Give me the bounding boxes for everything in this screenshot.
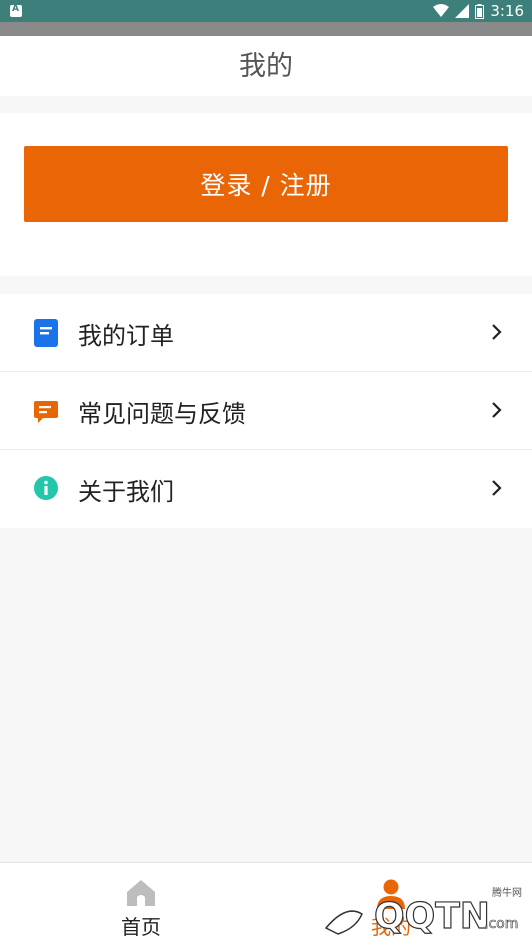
- home-icon: [127, 880, 155, 906]
- user-icon: [377, 879, 405, 909]
- chevron-right-icon: [492, 480, 502, 496]
- page-title: 我的: [239, 51, 293, 82]
- wifi-icon: [433, 4, 450, 17]
- signal-icon: [455, 4, 470, 18]
- menu-item-label: 关于我们: [78, 478, 174, 506]
- app-notification-icon: [10, 4, 22, 17]
- login-register-button[interactable]: 登录 / 注册: [24, 146, 508, 222]
- menu-item-about-us[interactable]: 关于我们: [0, 450, 532, 528]
- menu-item-label: 我的订单: [78, 322, 174, 350]
- toolbar-divider: [0, 22, 532, 36]
- menu-item-orders[interactable]: 我的订单: [0, 294, 532, 372]
- login-card: 登录 / 注册: [0, 113, 532, 276]
- tab-home[interactable]: 首页: [8, 863, 274, 946]
- document-icon: [34, 319, 58, 347]
- chevron-right-icon: [492, 402, 502, 418]
- info-icon: [34, 476, 58, 500]
- tab-label: 首页: [121, 915, 161, 939]
- menu-item-faq-feedback[interactable]: 常见问题与反馈: [0, 372, 532, 450]
- tab-mine[interactable]: 我的: [258, 863, 524, 946]
- chat-icon: [34, 401, 58, 423]
- tab-label: 我的: [371, 915, 411, 939]
- title-bar: 我的: [0, 36, 532, 96]
- status-bar: 3:16: [0, 0, 532, 22]
- status-time: 3:16: [490, 2, 524, 20]
- menu-list: 我的订单 常见问题与反馈 关于我们: [0, 294, 532, 528]
- chevron-right-icon: [492, 324, 502, 340]
- menu-item-label: 常见问题与反馈: [78, 400, 246, 428]
- battery-icon: [475, 3, 485, 19]
- status-right: 3:16: [433, 1, 524, 21]
- bottom-tab-bar: 首页 我的: [0, 862, 532, 946]
